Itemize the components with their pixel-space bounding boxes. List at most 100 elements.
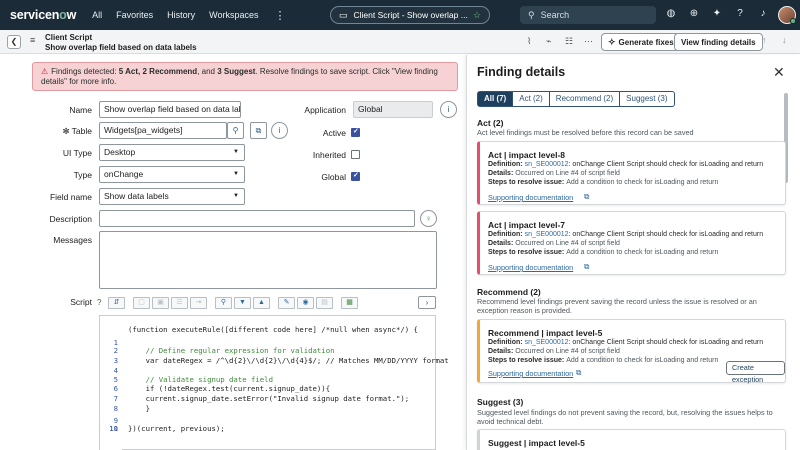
active-label: Active [322,128,346,138]
definition-link[interactable]: sn_SE000012 [525,231,569,238]
external-link-icon[interactable]: ⧉ [576,368,581,378]
finding-definition: Definition: sn_SE000012: onChange Client… [488,161,764,168]
inherited-checkbox[interactable] [351,150,360,159]
supporting-documentation-link[interactable]: Supporting documentation [488,369,573,378]
more-options-icon[interactable]: ⋯ [584,36,593,47]
finding-steps: Steps to resolve issue: Add a condition … [488,249,719,256]
hamburger-icon[interactable]: ≡ [30,35,35,45]
nav-workspaces[interactable]: Workspaces [209,10,258,20]
finding-filter-tabs: All (7) Act (2) Recommend (2) Suggest (3… [477,91,675,107]
external-link-icon[interactable]: ⧉ [584,192,589,202]
global-checkbox[interactable] [351,171,360,181]
replace-icon[interactable]: ✎ [278,297,295,309]
table-lookup-search-icon[interactable]: ⚲ [227,122,244,139]
record-header: ❮ ≡ Client Script Show overlap field bas… [0,30,800,54]
create-exception-button[interactable]: Create exception [726,361,785,384]
indent-icon[interactable]: ⇥ [190,297,207,309]
line-number: 6 [113,384,118,393]
servicenow-logo[interactable]: servicenow [10,8,76,22]
script-editor[interactable]: (function executeRule([different code he… [99,315,449,450]
arrow-down-icon[interactable]: ↓ [782,35,787,45]
globe-icon[interactable]: ◍ [664,8,678,19]
act-section-heading: Act (2) [477,118,504,128]
find-next-icon[interactable]: ▲ [253,297,270,309]
uncomment-icon[interactable]: ▣ [152,297,169,309]
description-input[interactable] [99,210,415,227]
definition-link[interactable]: sn_SE000012 [525,161,569,168]
global-search[interactable]: ⚲ Search [520,6,656,24]
tab-act[interactable]: Act (2) [512,91,550,107]
attachment-icon[interactable]: ⌇ [527,36,531,47]
activity-icon[interactable]: ⌁ [546,36,551,47]
back-button[interactable]: ❮ [7,35,21,49]
search-placeholder: Search [540,10,570,20]
suggest-section-description: Suggested level findings do not prevent … [477,408,773,426]
record-name: Show overlap field based on data labels [45,43,197,52]
supporting-documentation-link[interactable]: Supporting documentation [488,263,573,272]
finding-title: Recommend | impact level-5 [488,328,603,338]
messages-textarea[interactable] [99,231,437,289]
comment-icon[interactable]: ▢ [133,297,150,309]
nav-history[interactable]: History [167,10,195,20]
finding-title: Suggest | impact level-5 [488,438,585,448]
replace-all-icon[interactable]: ◉ [297,297,314,309]
fullscreen-icon[interactable]: ▦ [341,297,358,309]
type-label: Type [73,170,92,180]
toggle-syntax-icon[interactable]: ⇵ [108,297,125,309]
tab-all[interactable]: All (7) [477,91,514,107]
record-type: Client Script [45,33,93,42]
find-icon[interactable]: ⚲ [215,297,232,309]
arrow-up-icon[interactable]: ↑ [762,35,767,45]
recommend-section-description: Recommend level findings prevent saving … [477,297,757,315]
format-code-icon[interactable]: ☰ [171,297,188,309]
act-section-description: Act level findings must be resolved befo… [477,128,694,137]
document-icon: ▭ [339,9,348,20]
settings-sliders-icon[interactable]: ☷ [565,36,573,47]
context-pill[interactable]: ▭ Client Script - Show overlap ... ☆ [330,6,490,24]
script-help-icon[interactable]: ? [97,298,101,307]
active-checkbox[interactable] [351,127,360,137]
script-label: Script [70,297,92,307]
table-reference-icon[interactable]: ⧉ [250,122,267,139]
code-line: current.signup_date.setError("Invalid si… [128,394,410,403]
supporting-documentation-link[interactable]: Supporting documentation [488,193,573,202]
external-link-icon[interactable]: ⧉ [584,262,589,272]
chat-icon[interactable]: ⊕ [687,8,701,19]
line-number: 3 [113,356,118,365]
nav-all[interactable]: All [92,10,102,20]
description-label: Description [49,214,92,224]
save-script-icon[interactable]: ▤ [316,297,333,309]
tab-recommend[interactable]: Recommend (2) [548,91,621,107]
ui-type-label: UI Type [62,148,92,158]
tab-suggest[interactable]: Suggest (3) [619,91,675,107]
generate-fixes-button[interactable]: ✧ Generate fixes [601,33,681,51]
code-comment: // Define regular expression for validat… [128,346,335,355]
now-assist-icon[interactable]: ✦ [710,8,724,19]
help-icon[interactable]: ? [733,8,747,19]
ui-type-select[interactable]: Desktop [99,144,245,161]
star-icon[interactable]: ☆ [473,10,481,21]
name-input[interactable]: Show overlap field based on data labels [99,101,241,118]
view-finding-details-button[interactable]: View finding details [674,33,763,51]
notifications-bell-icon[interactable]: ♪ [756,8,770,19]
line-number: 2 [113,346,118,355]
more-menu-icon[interactable]: ⋮ [275,9,286,22]
script-editor-toolbar: ⇵ ▢ ▣ ☰ ⇥ ⚲ ▼ ▲ ✎ ◉ ▤ ▦ [108,297,360,310]
finding-definition: Definition: sn_SE000012: onChange Client… [488,339,764,346]
table-input[interactable]: Widgets[pa_widgets] [99,122,227,139]
finding-steps: Steps to resolve issue: Add a condition … [488,179,719,186]
field-name-select[interactable]: Show data labels [99,188,245,205]
definition-link[interactable]: sn_SE000012 [525,339,569,346]
find-previous-icon[interactable]: ▼ [234,297,251,309]
type-select[interactable]: onChange [99,166,245,183]
warning-icon: ⚠ [41,67,49,76]
description-suggest-icon[interactable]: ♀ [420,210,437,227]
user-avatar[interactable] [778,6,796,24]
close-icon[interactable]: ✕ [773,64,785,81]
nav-favorites[interactable]: Favorites [116,10,153,20]
line-number: 7 [113,394,118,403]
expand-editor-button[interactable]: › [418,296,436,309]
finding-card: Recommend | impact level-5 Definition: s… [477,319,786,384]
application-info-icon[interactable]: i [440,101,457,118]
line-number: 5 [113,375,118,384]
